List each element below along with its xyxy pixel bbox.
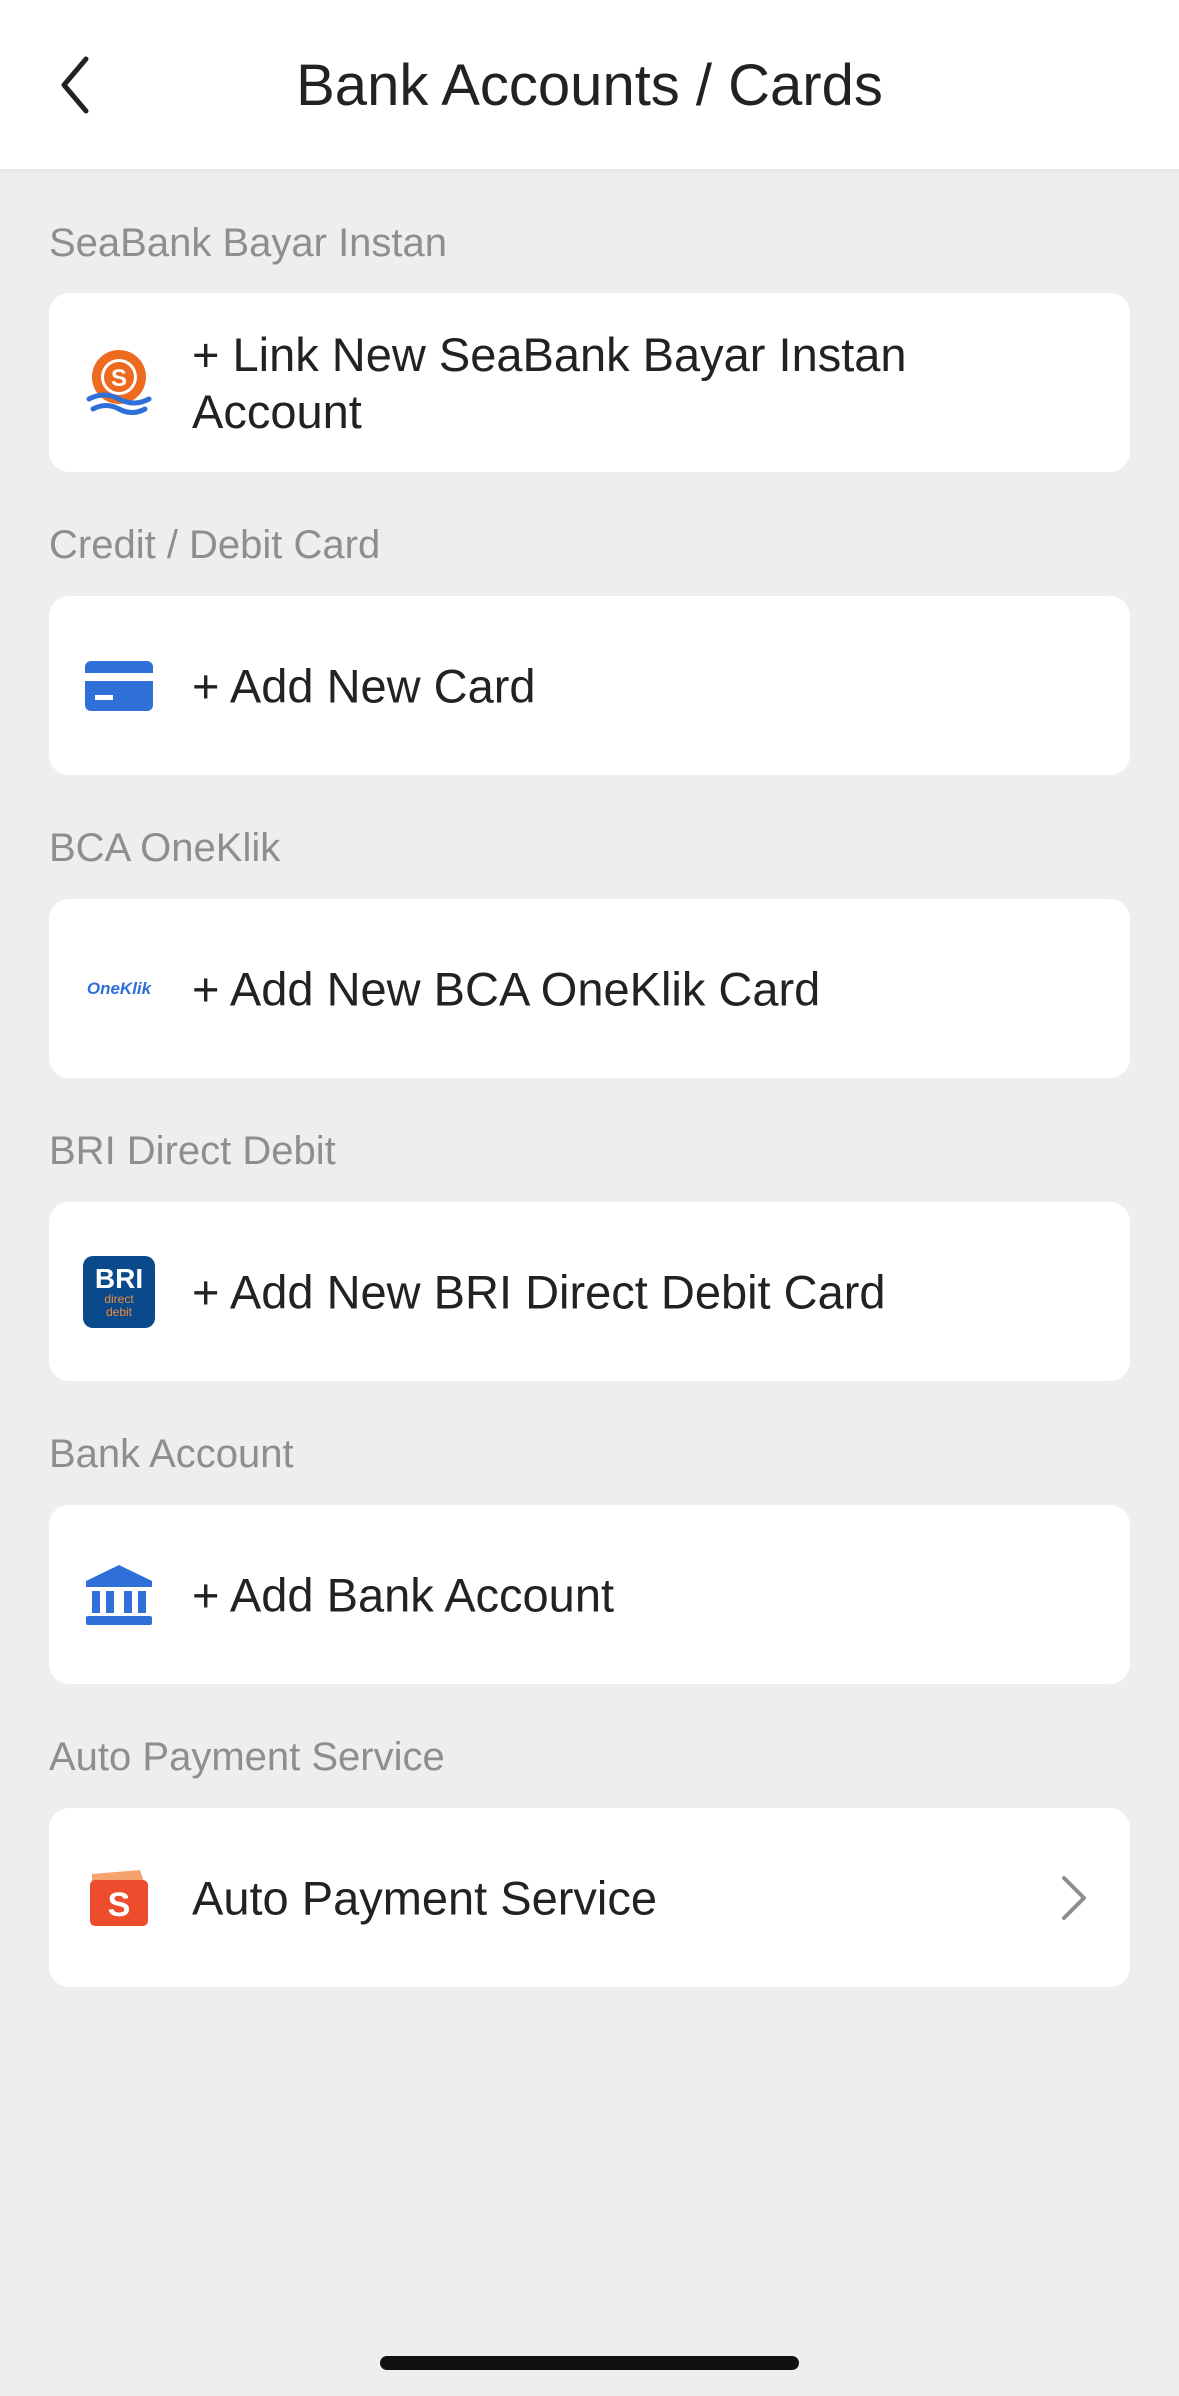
chevron-right-icon xyxy=(1054,1868,1094,1928)
back-button[interactable] xyxy=(40,40,110,130)
bank-building-icon xyxy=(83,1559,155,1631)
svg-text:S: S xyxy=(108,1886,131,1924)
auto-payment-service-row[interactable]: S Auto Payment Service xyxy=(49,1808,1130,1987)
seabank-logo-icon: S xyxy=(83,347,155,419)
link-seabank-button[interactable]: S + Link New SeaBank Bayar Instan Accoun… xyxy=(49,293,1130,472)
bri-logo-subtext-debit: debit xyxy=(105,1304,133,1319)
add-bank-account-label: + Add Bank Account xyxy=(192,1568,615,1621)
home-indicator[interactable] xyxy=(380,2356,799,2370)
section-label-bri-direct-debit: BRI Direct Debit xyxy=(49,1129,336,1173)
add-new-card-button[interactable]: + Add New Card xyxy=(49,596,1130,775)
app-header: Bank Accounts / Cards xyxy=(0,0,1179,169)
add-bank-account-button[interactable]: + Add Bank Account xyxy=(49,1505,1130,1684)
section-label-bank-account: Bank Account xyxy=(49,1432,294,1476)
add-bri-direct-debit-button[interactable]: BRI direct debit + Add New BRI Direct De… xyxy=(49,1202,1130,1381)
add-bri-direct-debit-label: + Add New BRI Direct Debit Card xyxy=(192,1265,886,1318)
section-label-auto-payment: Auto Payment Service xyxy=(49,1735,445,1779)
link-seabank-label: + Link New SeaBank Bayar Instan Account xyxy=(192,327,907,438)
auto-payment-service-label: Auto Payment Service xyxy=(192,1871,657,1924)
add-bca-oneklik-label: + Add New BCA OneKlik Card xyxy=(192,962,821,1015)
bri-logo-text: BRI xyxy=(94,1262,144,1294)
section-label-seabank: SeaBank Bayar Instan xyxy=(49,221,448,265)
bri-direct-debit-logo-icon: BRI direct debit xyxy=(83,1255,155,1328)
svg-text:S: S xyxy=(111,365,127,392)
shopee-bag-icon: S xyxy=(83,1862,155,1934)
page-title: Bank Accounts / Cards xyxy=(296,53,883,118)
section-label-credit-debit: Credit / Debit Card xyxy=(49,523,381,567)
chevron-left-icon xyxy=(61,56,89,114)
credit-card-icon xyxy=(83,650,155,722)
section-label-bca-oneklik: BCA OneKlik xyxy=(49,826,281,870)
add-new-card-label: + Add New Card xyxy=(192,659,536,712)
oneklik-logo-text: OneKlik xyxy=(86,978,152,998)
add-bca-oneklik-button[interactable]: OneKlik + Add New BCA OneKlik Card xyxy=(49,899,1130,1078)
oneklik-logo-icon: OneKlik xyxy=(83,953,155,1025)
